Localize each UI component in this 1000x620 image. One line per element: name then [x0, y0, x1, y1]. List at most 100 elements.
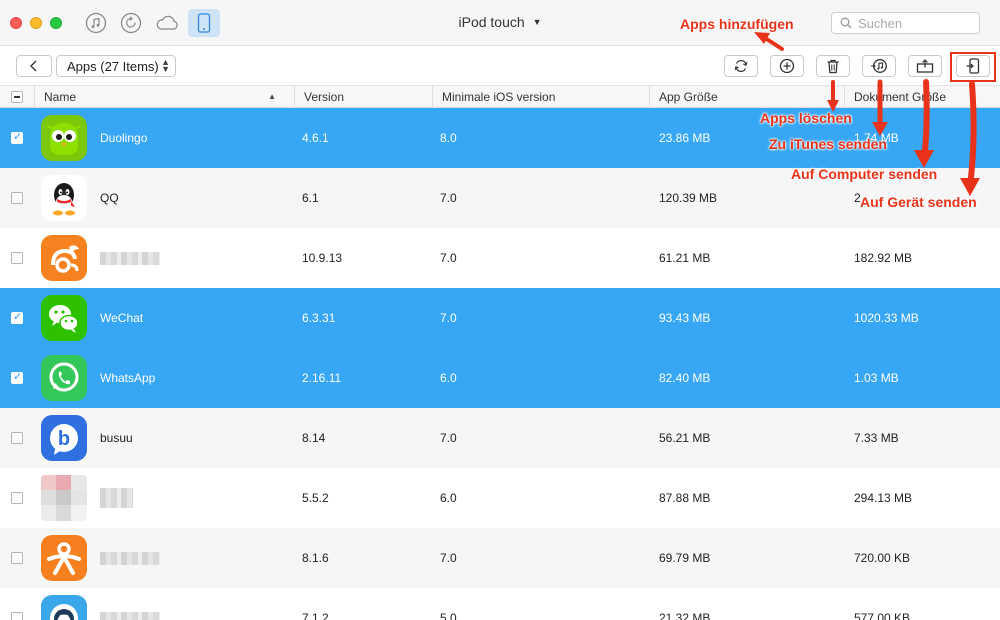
- annotation-to-computer: Auf Computer senden: [791, 166, 938, 182]
- annotation-to-itunes: Zu iTunes senden: [769, 136, 887, 152]
- row-checkbox[interactable]: ✓: [11, 371, 23, 384]
- chevron-down-icon: ▼: [532, 17, 542, 27]
- device-selector[interactable]: iPod touch ▼: [430, 14, 570, 30]
- row-checkbox[interactable]: [11, 612, 23, 620]
- row-checkbox[interactable]: [11, 552, 23, 564]
- app-name: QQ: [100, 191, 119, 205]
- title-bar: iPod touch ▼ Suchen: [0, 0, 1000, 46]
- blue-penguin-app-icon: [41, 595, 87, 620]
- busuu-icon: b: [41, 415, 87, 461]
- doc-size: 720.00 KB: [854, 551, 911, 565]
- close-window-button[interactable]: [10, 17, 22, 29]
- search-icon: [840, 17, 852, 29]
- add-apps-button[interactable]: [770, 55, 804, 77]
- app-name: busuu: [100, 431, 133, 445]
- doc-size: 7.33 MB: [854, 431, 899, 445]
- annotation-delete-apps: Apps löschen: [760, 110, 852, 126]
- table-row[interactable]: 8.1.6 7.0 69.79 MB 720.00 KB: [0, 528, 1000, 588]
- delete-apps-button[interactable]: [816, 55, 850, 77]
- doc-size: 1020.33 MB: [854, 311, 919, 325]
- table-header: Name ▲ Version Minimale iOS version App …: [0, 86, 1000, 108]
- add-icon: [779, 58, 795, 74]
- doc-size: 1.03 MB: [854, 371, 899, 385]
- whatsapp-icon: [41, 355, 87, 401]
- app-size: 23.86 MB: [659, 131, 711, 145]
- refresh-button[interactable]: [724, 55, 758, 77]
- blurred-app-name: [100, 552, 160, 565]
- column-header-doc-size[interactable]: Dokument Größe: [845, 86, 1000, 108]
- category-select[interactable]: Apps (27 Items) ▲ ▼: [56, 55, 176, 77]
- app-size: 82.40 MB: [659, 371, 711, 385]
- music-icon[interactable]: [83, 10, 109, 36]
- row-checkbox[interactable]: ✓: [11, 311, 23, 324]
- app-min-ios: 6.0: [440, 371, 457, 385]
- doc-size: 577.00 KB: [854, 611, 911, 620]
- app-min-ios: 7.0: [440, 431, 457, 445]
- app-min-ios: 8.0: [440, 131, 457, 145]
- row-checkbox[interactable]: [11, 252, 23, 264]
- row-checkbox[interactable]: [11, 432, 23, 444]
- toolbar: Apps (27 Items) ▲ ▼: [0, 46, 1000, 86]
- app-size: 120.39 MB: [659, 191, 718, 205]
- restore-icon[interactable]: [118, 10, 144, 36]
- select-all-cell: [0, 86, 35, 108]
- table-row[interactable]: 7.1.2 5.0 21.32 MB 577.00 KB: [0, 588, 1000, 620]
- search-input[interactable]: Suchen: [831, 12, 980, 34]
- annotation-to-device: Auf Gerät senden: [860, 194, 977, 210]
- chevron-left-icon: [30, 60, 37, 72]
- app-version: 2.16.11: [302, 371, 342, 385]
- table-row[interactable]: 10.9.13 7.0 61.21 MB 182.92 MB: [0, 228, 1000, 288]
- duolingo-icon: [41, 115, 87, 161]
- select-all-checkbox[interactable]: [11, 91, 23, 103]
- app-name: Duolingo: [100, 131, 148, 145]
- send-to-itunes-button[interactable]: [862, 55, 896, 77]
- cloud-icon[interactable]: [154, 10, 180, 36]
- app-min-ios: 7.0: [440, 191, 457, 205]
- itunes-send-icon: [871, 59, 887, 73]
- category-label: Apps (27 Items): [67, 58, 159, 74]
- column-header-name[interactable]: Name ▲: [35, 86, 295, 108]
- app-table-body: ✓ Duolingo 4.6.1 8.0 23.86 MB 1.74 MB QQ…: [0, 108, 1000, 620]
- column-doc-size-label: Dokument Größe: [854, 90, 947, 104]
- app-version: 6.3.31: [302, 311, 336, 325]
- window-title: iPod touch: [458, 14, 525, 30]
- app-version: 8.1.6: [302, 551, 329, 565]
- app-size: 93.43 MB: [659, 311, 711, 325]
- column-header-min-ios[interactable]: Minimale iOS version: [433, 86, 650, 108]
- row-checkbox[interactable]: [11, 492, 23, 504]
- select-arrows-icon: ▲ ▼: [161, 57, 170, 74]
- table-row[interactable]: ✓ WeChat 6.3.31 7.0 93.43 MB 1020.33 MB: [0, 288, 1000, 348]
- row-checkbox[interactable]: ✓: [11, 131, 23, 144]
- computer-send-icon: [916, 59, 934, 73]
- column-header-app-size[interactable]: App Größe: [650, 86, 845, 108]
- app-min-ios: 7.0: [440, 551, 457, 565]
- uc-browser-icon: [41, 235, 87, 281]
- app-size: 87.88 MB: [659, 491, 711, 505]
- app-version: 6.1: [302, 191, 319, 205]
- refresh-icon: [734, 59, 748, 73]
- table-row[interactable]: 5.5.2 6.0 87.88 MB 294.13 MB: [0, 468, 1000, 528]
- row-checkbox[interactable]: [11, 192, 23, 204]
- table-row[interactable]: b busuu 8.14 7.0 56.21 MB 7.33 MB: [0, 408, 1000, 468]
- search-placeholder: Suchen: [858, 15, 903, 31]
- orange-person-app-icon: [41, 535, 87, 581]
- blurred-app-name: [100, 612, 160, 620]
- send-to-device-highlight: [950, 52, 996, 82]
- minimize-window-button[interactable]: [30, 17, 42, 29]
- app-version: 8.14: [302, 431, 326, 445]
- zoom-window-button[interactable]: [50, 17, 62, 29]
- column-version-label: Version: [304, 90, 345, 104]
- app-min-ios: 6.0: [440, 491, 457, 505]
- column-header-version[interactable]: Version: [295, 86, 433, 108]
- app-min-ios: 7.0: [440, 311, 457, 325]
- trash-icon: [827, 59, 839, 73]
- column-app-size-label: App Größe: [659, 90, 718, 104]
- table-row[interactable]: ✓ WhatsApp 2.16.11 6.0 82.40 MB 1.03 MB: [0, 348, 1000, 408]
- device-icon[interactable]: [188, 9, 220, 37]
- blurred-app-icon: [41, 475, 87, 521]
- column-min-ios-label: Minimale iOS version: [442, 90, 556, 104]
- send-to-computer-button[interactable]: [908, 55, 942, 77]
- app-min-ios: 5.0: [440, 611, 457, 620]
- blurred-app-name: [100, 252, 160, 265]
- back-button[interactable]: [16, 55, 52, 77]
